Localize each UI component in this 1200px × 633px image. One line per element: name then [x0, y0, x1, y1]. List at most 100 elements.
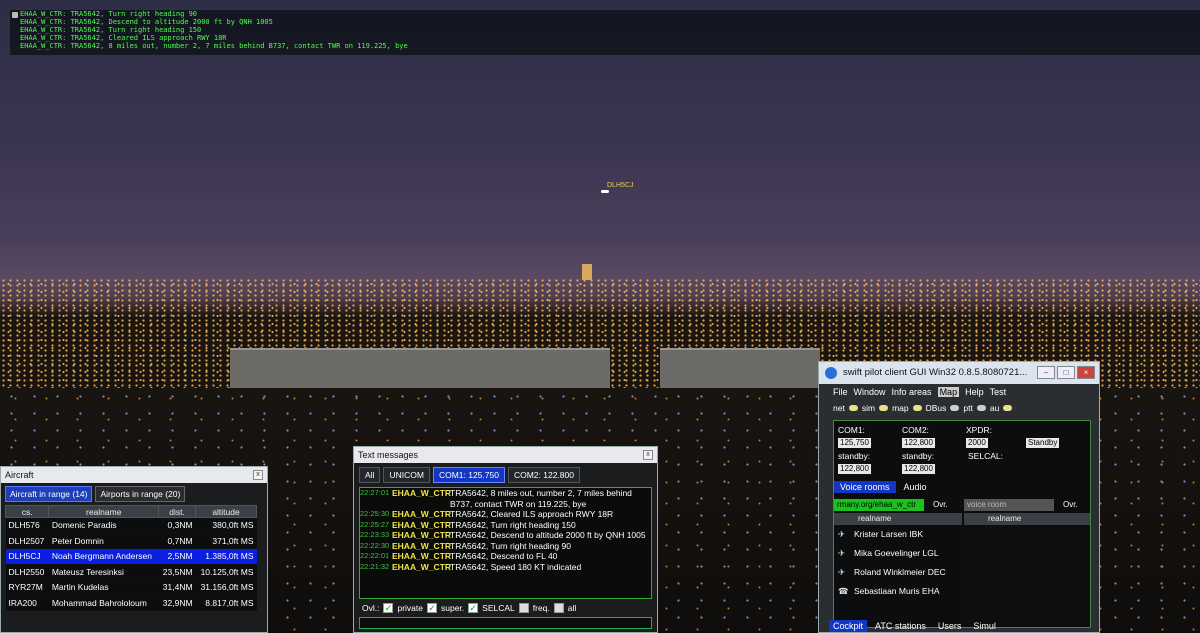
column-header[interactable]: realname	[964, 513, 1090, 525]
status-label: map	[892, 403, 909, 413]
tab-airports-in-range[interactable]: Airports in range (20)	[95, 486, 186, 502]
list-item[interactable]: ☎ Sebastiaan Muris EHA	[834, 582, 962, 601]
com1-input[interactable]: 125,750	[838, 438, 871, 448]
menu-help[interactable]: Help	[965, 387, 984, 397]
checkbox-all[interactable]: ✓	[553, 603, 564, 613]
tab-voice-rooms[interactable]: Voice rooms	[834, 481, 896, 493]
tab-com1[interactable]: COM1: 125.750	[432, 467, 505, 483]
menu-info-areas[interactable]: Info areas	[892, 387, 932, 397]
column-header[interactable]: altitude	[195, 505, 257, 518]
message-sender: EHAA_W_CTR	[392, 540, 452, 551]
com2-input[interactable]: 122,800	[902, 438, 935, 448]
message-text: TRA5642, Cleared ILS approach RWY 18R	[450, 509, 614, 519]
tab-simulator[interactable]: Simul	[969, 620, 1000, 632]
xpdr-label: XPDR:	[966, 425, 992, 435]
tab-audio[interactable]: Audio	[898, 481, 933, 493]
atc-icon: ☎	[838, 586, 849, 596]
checkbox-selcal[interactable]: ✓	[468, 603, 479, 613]
callsign-cell: DLH576	[5, 517, 49, 534]
maximize-icon[interactable]: □	[1057, 366, 1075, 379]
column-header[interactable]: realname	[834, 513, 962, 525]
close-icon[interactable]: x	[643, 450, 653, 460]
list-item[interactable]: ✈ Roland Winklmeier DEC	[834, 563, 962, 582]
atc-message-line: EHAA_W_CTR: TRA5642, Cleared ILS approac…	[20, 34, 227, 42]
com2-label: COM2:	[902, 425, 929, 435]
message-text: TRA5642, Turn right heading 150	[450, 519, 576, 530]
option-label: SELCAL	[482, 603, 515, 613]
xpdr-mode-select[interactable]: Standby	[1026, 438, 1060, 448]
table-row[interactable]: RYR27M Martin Kudelas 31,4NM 31.156,0ft MS	[5, 579, 257, 596]
voice-user-name: Roland Winklmeier	[854, 567, 926, 577]
menu-test[interactable]: Test	[990, 387, 1007, 397]
tab-com2[interactable]: COM2: 122.800	[507, 467, 580, 483]
table-row[interactable]: DLH2507 Peter Domnin 0,7NM 371,0ft MS	[5, 533, 257, 549]
message-sender: EHAA_W_CTR	[392, 509, 452, 519]
tab-users[interactable]: Users	[934, 620, 966, 632]
distance-cell: 32,9NM	[158, 595, 196, 611]
altitude-cell: 371,0ft MS	[195, 533, 257, 549]
lock-icon[interactable]	[12, 12, 18, 18]
message-text: TRA5642, Descend to FL 40	[450, 551, 558, 561]
minimize-icon[interactable]: –	[1037, 366, 1055, 379]
com1-label: COM1:	[838, 425, 865, 435]
table-row-selected[interactable]: DLH5CJ Noah Bergmann Andersen 2,5NM 1.385,0…	[5, 548, 257, 565]
tab-unicom[interactable]: UNICOM	[383, 467, 430, 483]
tab-cockpit[interactable]: Cockpit	[829, 620, 868, 632]
checkbox-freq[interactable]: ✓	[518, 603, 529, 613]
close-icon[interactable]: ×	[1077, 366, 1095, 379]
status-led-icon	[912, 405, 922, 411]
realname-cell: Mohammad Bahrololoum	[48, 595, 159, 611]
ovr2-label: Ovr.	[1063, 500, 1078, 509]
menu-window[interactable]: Window	[854, 387, 886, 397]
message-time: 22:21:32	[360, 561, 390, 571]
table-row[interactable]: DLH576 Domenic Paradis 0,3NM 380,0ft MS	[5, 517, 257, 534]
voice-user-code: EHA	[922, 586, 940, 596]
voice-user-name: Krister Larsen	[854, 529, 907, 539]
realname-cell: Mateusz Teresinksi	[48, 564, 159, 580]
atc-message-line: EHAA_W_CTR: TRA5642, 8 miles out, number…	[20, 42, 408, 50]
aircraft-window-title: Aircraft	[1, 467, 267, 483]
voice-user-name: Sebastiaan Muris	[854, 586, 920, 596]
distance-cell: 23,5NM	[158, 564, 196, 580]
voice-room2-input[interactable]: voice room	[964, 499, 1054, 511]
status-label: au	[989, 403, 1000, 413]
column-header[interactable]: dist.	[158, 505, 197, 518]
status-bar: net sim map DBus ptt au	[819, 400, 1099, 416]
message-row: 22:25:30 EHAA_W_CTR TRA5642, Cleared ILS a…	[360, 509, 651, 520]
status-led-icon	[950, 405, 960, 411]
tab-atc-stations[interactable]: ATC stations	[871, 620, 930, 632]
tab-aircraft-in-range[interactable]: Aircraft in range (14)	[5, 486, 93, 502]
standby1-input[interactable]: 122,800	[838, 464, 871, 474]
list-item[interactable]: ✈ Mika Goevelinger LGL	[834, 544, 962, 563]
table-row[interactable]: IRA200 Mohammad Bahrololoum 32,9NM 8.817,0f…	[5, 595, 257, 611]
message-time: 22:27:01	[360, 488, 390, 497]
option-label: private	[397, 603, 423, 613]
checkbox-super[interactable]: ✓	[427, 603, 437, 613]
aircraft-marker	[601, 190, 609, 193]
text-messages-title: Text messages	[354, 447, 657, 463]
table-row[interactable]: DLH2550 Mateusz Teresinksi 23,5NM 10.125,0f…	[5, 564, 257, 580]
status-label: sim	[861, 403, 876, 413]
message-time: 22:25:27	[360, 519, 390, 529]
aircraft-table: cs. realname dist. altitude DLH576 Domeni…	[4, 505, 257, 611]
message-list[interactable]: 22:27:01 EHAA_W_CTR TRA5642, 8 miles out, …	[359, 487, 652, 599]
standby2-input[interactable]: 122,800	[902, 464, 935, 474]
message-input[interactable]	[359, 617, 652, 629]
menu-file[interactable]: File	[833, 387, 848, 397]
realname-cell: Peter Domnin	[48, 533, 159, 549]
checkbox-private[interactable]: ✓	[383, 603, 394, 613]
voice-user-name: Mika Goevelinger	[854, 548, 921, 558]
column-header[interactable]: realname	[48, 505, 160, 518]
list-item[interactable]: ✈ Krister Larsen IBK	[834, 525, 962, 544]
menu-map[interactable]: Map	[937, 387, 960, 397]
airplane-icon: ✈	[838, 567, 846, 577]
swift-pilot-client-window: swift pilot client GUI Win32 0.8.5.80807…	[818, 361, 1100, 633]
voice-room1-input[interactable]: rmany.org/ehaa_w_ctr	[834, 499, 924, 511]
column-header[interactable]: cs.	[4, 505, 50, 518]
tab-all[interactable]: All	[359, 467, 381, 483]
message-time: 22:22:30	[360, 540, 390, 550]
close-icon[interactable]: x	[253, 470, 263, 480]
xpdr-input[interactable]: 2000	[966, 438, 988, 448]
callsign-cell: DLH2550	[5, 564, 49, 580]
message-text: TRA5642, Descend to altitude 2000 ft by …	[450, 530, 646, 540]
